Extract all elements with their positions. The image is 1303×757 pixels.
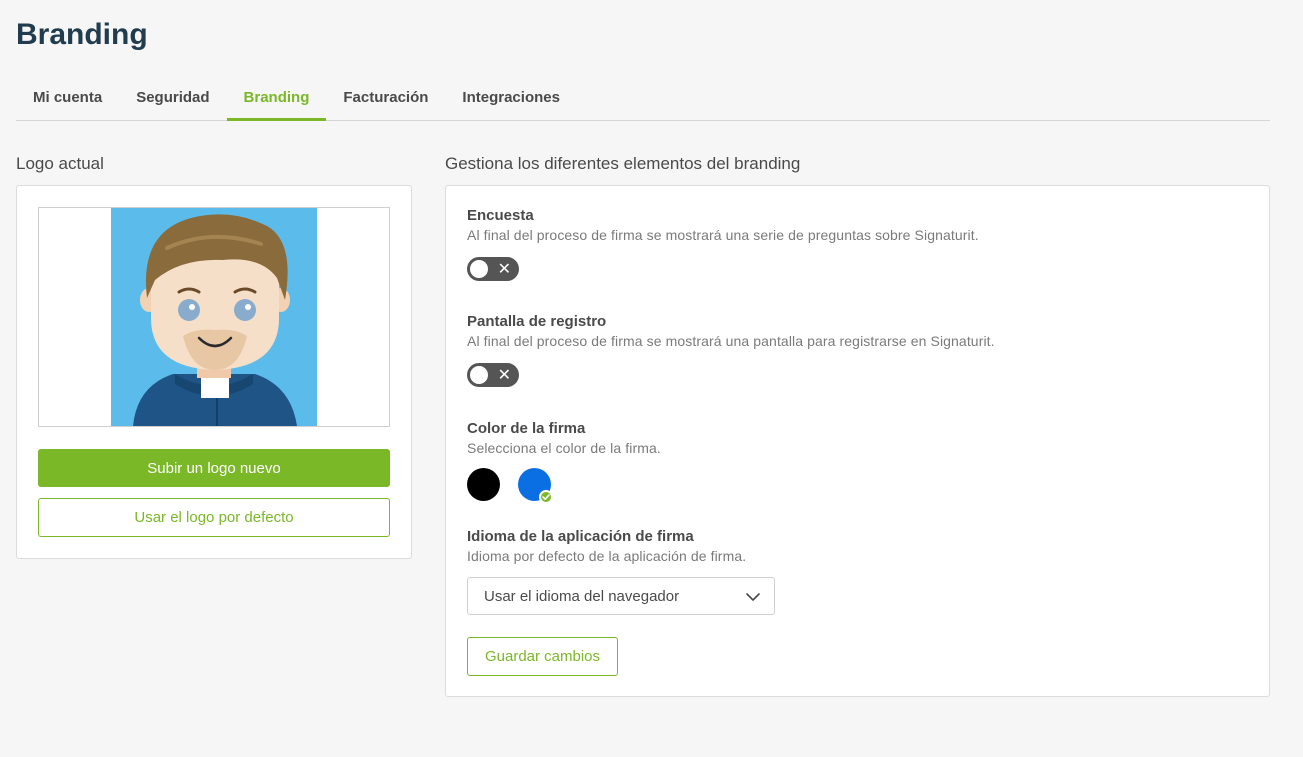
tab-seguridad[interactable]: Seguridad [119,74,226,121]
branding-card: Encuesta Al final del proceso de firma s… [445,185,1270,697]
close-icon: ✕ [497,365,511,384]
color-swatch-black[interactable] [467,468,500,501]
registration-description: Al final del proceso de firma se mostrar… [467,333,995,349]
page-title: Branding [16,18,148,51]
language-title: Idioma de la aplicación de firma [467,528,694,545]
tab-integraciones[interactable]: Integraciones [445,74,577,121]
language-setting: Idioma de la aplicación de firma Idioma … [467,528,746,564]
branding-section-title: Gestiona los diferentes elementos del br… [445,154,801,173]
survey-toggle[interactable]: ✕ [467,257,519,281]
survey-setting: Encuesta Al final del proceso de firma s… [467,207,979,243]
survey-title: Encuesta [467,207,534,224]
close-icon: ✕ [497,259,511,278]
upload-logo-button[interactable]: Subir un logo nuevo [38,449,390,487]
use-default-logo-button[interactable]: Usar el logo por defecto [38,498,390,537]
check-icon [539,490,553,504]
registration-title: Pantalla de registro [467,313,607,330]
survey-description: Al final del proceso de firma se mostrar… [467,227,979,243]
current-logo-preview [38,207,390,427]
tab-bar: Mi cuenta Seguridad Branding Facturación… [16,74,1270,121]
save-changes-button[interactable]: Guardar cambios [467,637,618,676]
toggle-knob [470,260,488,278]
toggle-knob [470,366,488,384]
tab-mi-cuenta[interactable]: Mi cuenta [16,74,119,121]
registration-setting: Pantalla de registro Al final del proces… [467,313,995,349]
tab-facturacion[interactable]: Facturación [326,74,445,121]
signature-color-setting: Color de la firma Selecciona el color de… [467,420,661,456]
language-description: Idioma por defecto de la aplicación de f… [467,548,747,564]
language-select-value: Usar el idioma del navegador [484,587,680,605]
chevron-down-icon [746,593,760,601]
color-swatch-blue[interactable] [518,468,553,504]
language-select[interactable]: Usar el idioma del navegador [467,577,775,615]
signature-color-description: Selecciona el color de la firma. [467,440,661,456]
logo-card: Subir un logo nuevo Usar el logo por def… [16,185,412,559]
registration-toggle[interactable]: ✕ [467,363,519,387]
tab-branding[interactable]: Branding [226,74,327,121]
signature-color-title: Color de la firma [467,420,586,437]
avatar-logo-image [111,208,317,426]
logo-section-title: Logo actual [16,154,104,173]
